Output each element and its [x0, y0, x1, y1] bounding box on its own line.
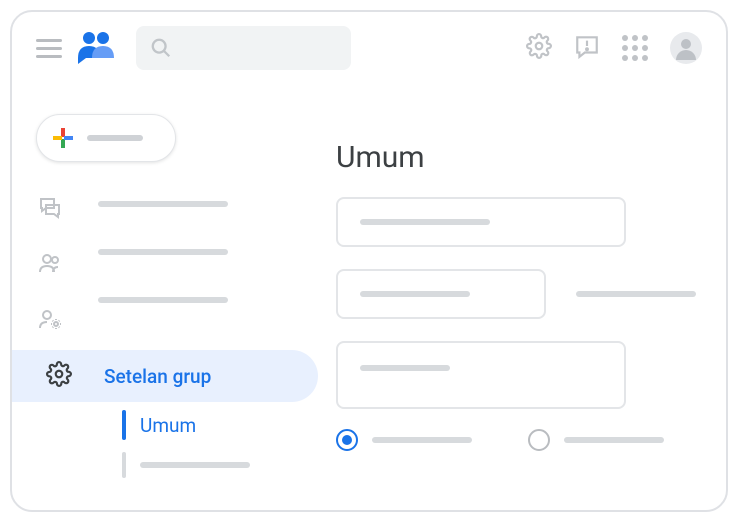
plus-icon [53, 128, 73, 148]
sidebar-item-placeholder[interactable] [98, 201, 228, 207]
radio-label-placeholder [564, 437, 664, 443]
search-input[interactable] [136, 26, 351, 70]
radio-label-placeholder [372, 437, 472, 443]
sidebar-subitem-general[interactable]: Umum [122, 410, 196, 440]
sidebar-selected-label: Setelan grup [104, 365, 211, 388]
text-field[interactable] [336, 197, 626, 247]
radio-option-selected[interactable] [336, 429, 358, 451]
gear-icon [46, 361, 72, 391]
radio-option[interactable] [528, 429, 550, 451]
account-avatar[interactable] [670, 32, 702, 64]
create-label-placeholder [87, 135, 143, 141]
sidebar-subitem-label: Umum [140, 414, 196, 437]
radio-group [336, 429, 700, 451]
settings-icon[interactable] [526, 33, 552, 63]
active-indicator [122, 410, 126, 440]
people-settings-icon[interactable] [38, 307, 62, 335]
text-field[interactable] [336, 269, 546, 319]
sidebar-item-placeholder[interactable] [98, 297, 228, 303]
sidebar-item-placeholder[interactable] [98, 249, 228, 255]
sidebar-icon-rail [12, 177, 88, 510]
app-frame: Setelan grup Umum Umum [10, 10, 728, 512]
menu-icon[interactable] [36, 39, 62, 58]
page-title: Umum [336, 140, 700, 175]
field-suffix-placeholder [576, 291, 696, 297]
textarea-field[interactable] [336, 341, 626, 409]
groups-logo-icon[interactable] [76, 28, 116, 68]
sidebar-subitem-placeholder[interactable] [122, 452, 250, 478]
people-icon[interactable] [38, 251, 62, 279]
conversations-icon[interactable] [38, 195, 62, 223]
search-icon [150, 37, 172, 59]
main-content: Umum [336, 140, 700, 510]
create-button[interactable] [36, 114, 176, 162]
header-bar [12, 12, 726, 78]
feedback-icon[interactable] [574, 33, 600, 63]
apps-icon[interactable] [622, 35, 648, 61]
sidebar-item-group-settings[interactable]: Setelan grup [12, 350, 318, 402]
